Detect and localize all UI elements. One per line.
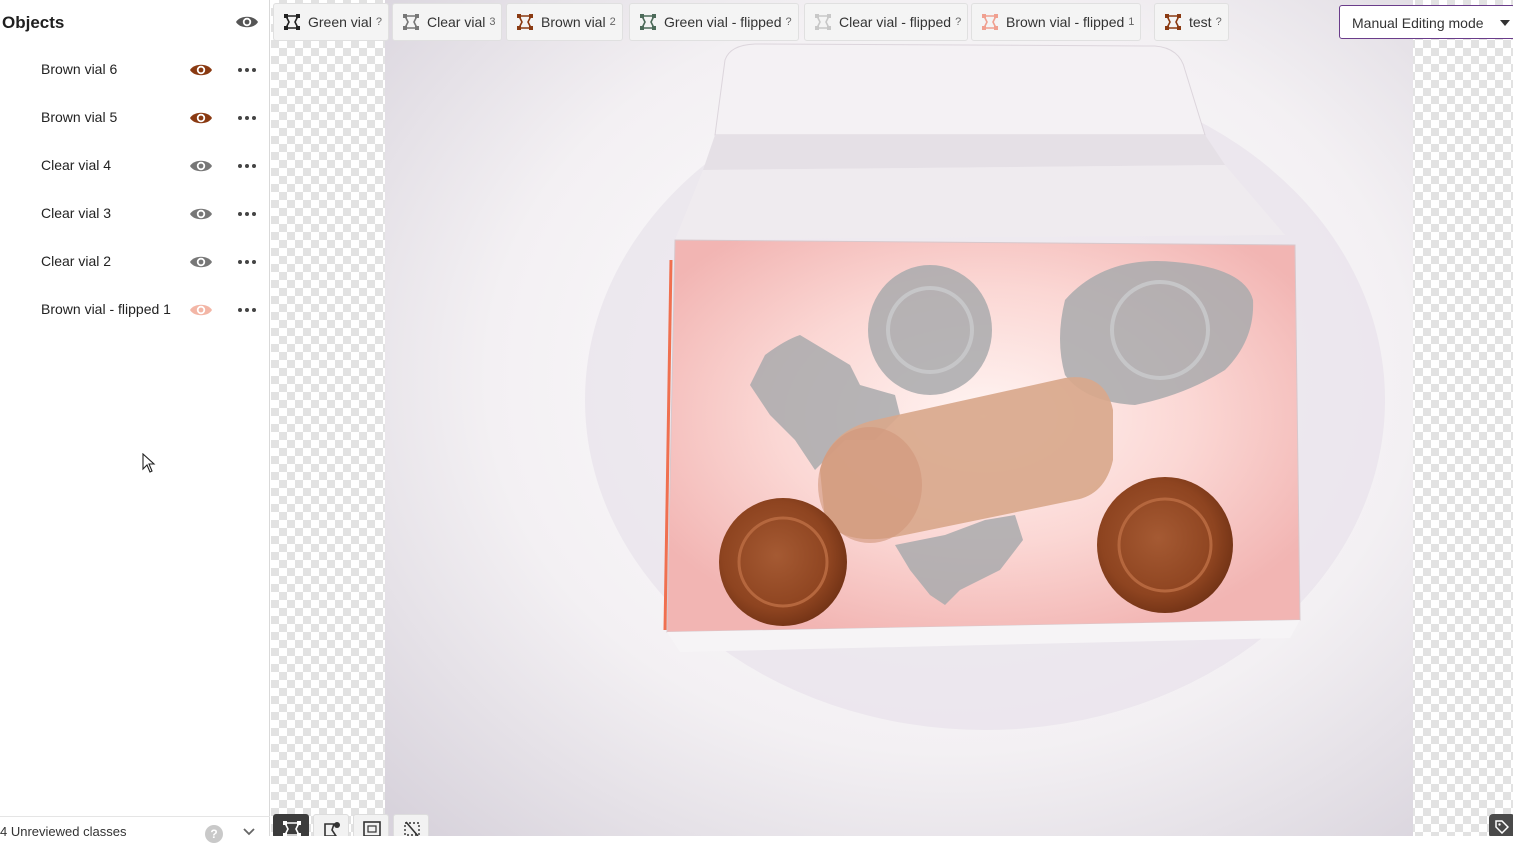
erase-selection-tool-button[interactable] (393, 814, 429, 836)
editing-mode-select[interactable]: Manual Editing mode (1339, 5, 1513, 39)
object-label: Brown vial - flipped 1 (41, 301, 171, 317)
erase-selection-icon (404, 821, 420, 836)
unreviewed-classes-bar[interactable]: 4 Unreviewed classes ? (0, 816, 270, 843)
object-label: Clear vial 2 (41, 253, 112, 269)
class-count: ? (1215, 16, 1222, 28)
class-name: Green vial - flipped (664, 14, 782, 30)
class-name: Brown vial (541, 14, 606, 30)
class-chip[interactable]: Clear vial - flipped? (804, 3, 969, 41)
visibility-eye-icon[interactable] (189, 109, 213, 127)
help-icon[interactable]: ? (205, 825, 223, 843)
object-label: Clear vial 3 (41, 205, 112, 221)
object-list-item[interactable]: Brown vial - flipped 1 (0, 286, 270, 334)
unreviewed-classes-label: 4 Unreviewed classes (0, 824, 127, 839)
objects-header: Objects (0, 0, 270, 46)
more-options-icon[interactable] (236, 60, 258, 80)
class-count: ? (955, 16, 962, 28)
tag-button[interactable] (1489, 814, 1513, 836)
smart-polygon-tool-button[interactable] (313, 814, 349, 836)
polygon-class-icon (517, 14, 533, 30)
class-count: ? (375, 16, 382, 28)
class-name: test (1189, 14, 1212, 30)
visibility-eye-icon[interactable] (189, 61, 213, 79)
annotation-canvas[interactable]: Green vial? Clear vial 3 Brown vial 2 Green v… (271, 0, 1513, 836)
more-options-icon[interactable] (236, 108, 258, 128)
class-chip[interactable]: Brown vial - flipped 1 (971, 3, 1142, 41)
objects-title: Objects (2, 13, 65, 32)
polygon-tool-icon (283, 821, 301, 836)
toggle-all-visibility-eye-icon[interactable] (235, 13, 259, 31)
smart-polygon-icon (324, 822, 340, 836)
polygon-class-icon (982, 14, 998, 30)
class-chip[interactable]: Clear vial 3 (392, 3, 503, 41)
caret-down-icon (1500, 20, 1510, 26)
more-options-icon[interactable] (236, 300, 258, 320)
bounding-box-icon (363, 821, 381, 836)
class-chip[interactable]: test? (1154, 3, 1229, 41)
object-label: Brown vial 5 (41, 109, 118, 125)
objects-sidebar: Objects Brown vial 6 Brown vial 5 Clear vi… (0, 0, 270, 843)
chevron-down-icon[interactable] (241, 823, 257, 839)
polygon-class-icon (1165, 14, 1181, 30)
mouse-cursor-icon (142, 453, 156, 473)
visibility-eye-icon[interactable] (189, 301, 213, 319)
object-label: Brown vial 6 (41, 61, 118, 77)
more-options-icon[interactable] (236, 252, 258, 272)
class-count: 3 (489, 16, 496, 28)
tag-icon (1495, 820, 1509, 834)
class-name: Brown vial - flipped (1006, 14, 1125, 30)
object-list-item[interactable]: Clear vial 2 (0, 238, 270, 286)
object-list-item[interactable]: Clear vial 3 (0, 190, 270, 238)
annotated-image[interactable] (385, 0, 1413, 836)
class-chip[interactable]: Brown vial 2 (506, 3, 623, 41)
class-count: ? (785, 16, 792, 28)
more-options-icon[interactable] (236, 204, 258, 224)
polygon-class-icon (815, 14, 831, 30)
class-chip[interactable]: Green vial? (273, 3, 389, 41)
class-chip[interactable]: Green vial - flipped? (629, 3, 799, 41)
object-list-item[interactable]: Brown vial 6 (0, 46, 270, 94)
object-list-item[interactable]: Clear vial 4 (0, 142, 270, 190)
bounding-box-tool-button[interactable] (353, 814, 389, 836)
visibility-eye-icon[interactable] (189, 157, 213, 175)
class-name: Clear vial (427, 14, 486, 30)
polygon-class-icon (403, 14, 419, 30)
visibility-eye-icon[interactable] (189, 205, 213, 223)
class-count: 1 (1128, 16, 1135, 28)
polygon-class-icon (640, 14, 656, 30)
class-name: Green vial (308, 14, 372, 30)
polygon-tool-button[interactable] (273, 814, 309, 836)
object-label: Clear vial 4 (41, 157, 112, 173)
class-count: 2 (609, 16, 616, 28)
visibility-eye-icon[interactable] (189, 253, 213, 271)
polygon-class-icon (284, 14, 300, 30)
object-list-item[interactable]: Brown vial 5 (0, 94, 270, 142)
more-options-icon[interactable] (236, 156, 258, 176)
editing-mode-label: Manual Editing mode (1352, 15, 1484, 31)
class-name: Clear vial - flipped (839, 14, 952, 30)
